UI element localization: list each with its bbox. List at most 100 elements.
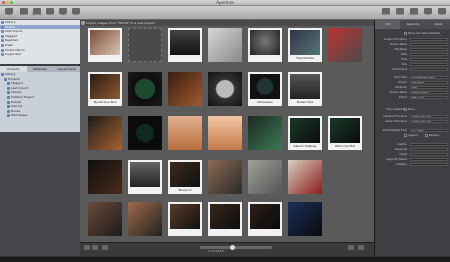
thumbnail[interactable] bbox=[128, 116, 162, 150]
library-section: Library Photos Last Import Flagged Rejec… bbox=[0, 20, 80, 64]
thumbnail[interactable]: Kabuki Hallway bbox=[288, 116, 322, 150]
browser-bottom-bar: 1 2 3 4 5 6 7 bbox=[80, 242, 374, 256]
toolbar-split-button[interactable]: Split View bbox=[30, 7, 44, 19]
shared-icon bbox=[7, 91, 10, 95]
toolbar-browser-button[interactable]: Browser bbox=[17, 7, 31, 19]
thumbnail[interactable] bbox=[168, 28, 202, 62]
thumbnail[interactable] bbox=[88, 116, 122, 150]
thumbnail[interactable] bbox=[208, 116, 242, 150]
slider-knob[interactable] bbox=[230, 245, 235, 250]
thumbnail[interactable] bbox=[88, 202, 122, 236]
toolbar-library-button[interactable]: Library bbox=[393, 7, 407, 19]
show-selected-checkbox[interactable] bbox=[404, 32, 407, 35]
thumbnail[interactable] bbox=[168, 116, 202, 150]
field-import: Import RAW + JPEG bbox=[375, 95, 450, 100]
thumbnail[interactable] bbox=[248, 202, 282, 236]
sidebar-empty-area bbox=[0, 132, 80, 256]
append-radio[interactable] bbox=[404, 134, 407, 137]
thumbnail[interactable] bbox=[288, 202, 322, 236]
thumbnail[interactable] bbox=[88, 28, 122, 62]
status-bar bbox=[0, 256, 450, 262]
inspector-fields-2: Store Files In the Aperture Library Proje… bbox=[375, 75, 450, 100]
checkbox-icon[interactable] bbox=[81, 21, 85, 25]
aperture-window: Aperture Import Browser Split View Viewe… bbox=[0, 0, 450, 262]
project-icon bbox=[7, 95, 10, 99]
project-list: Library Projects Flagged Last Import Sha… bbox=[0, 72, 80, 132]
library-icon bbox=[1, 21, 4, 24]
import-header: Import images from "TOKYO" to a new proj… bbox=[80, 20, 374, 26]
thumbnail[interactable]: Halloween bbox=[248, 72, 282, 106]
toolbar-print-button[interactable]: Print bbox=[421, 7, 435, 19]
thumbnail[interactable] bbox=[168, 72, 202, 106]
field-category: Category bbox=[375, 162, 450, 167]
thumbnail[interactable] bbox=[168, 202, 202, 236]
thumbnail[interactable] bbox=[208, 28, 242, 62]
import-inspector: Info Keywords Adjust Show only when Sele… bbox=[374, 20, 450, 256]
append-replace-row: Append Replace bbox=[375, 133, 450, 138]
web-icon bbox=[7, 114, 10, 118]
trash-icon bbox=[1, 43, 4, 47]
image-browser: Import images from "TOKYO" to a new proj… bbox=[80, 20, 374, 242]
toolbar-inspector-button[interactable]: Inspector bbox=[379, 7, 393, 19]
tab-keywords[interactable]: Keywords bbox=[400, 20, 425, 29]
flag-icon bbox=[7, 82, 10, 86]
toolbar-email-button[interactable]: Email bbox=[435, 7, 449, 19]
reject-icon bbox=[1, 39, 4, 43]
thumbnail[interactable]: Mysterious Bus bbox=[88, 72, 122, 106]
thumbnail[interactable]: Welcome Mat bbox=[328, 116, 362, 150]
album-icon bbox=[7, 105, 10, 109]
thumbnail[interactable] bbox=[248, 160, 282, 194]
tab-adjust[interactable]: Adjust bbox=[426, 20, 450, 29]
thumbnail[interactable] bbox=[208, 160, 242, 194]
flag-icon bbox=[1, 34, 4, 38]
thumbnail[interactable] bbox=[288, 160, 322, 194]
rotate-left-button[interactable] bbox=[348, 245, 354, 250]
rotate-right-button[interactable] bbox=[358, 245, 364, 250]
folder-icon bbox=[4, 77, 7, 81]
field-dimensions: Dimensions bbox=[375, 67, 450, 72]
thumbnail[interactable] bbox=[248, 28, 282, 62]
field-actual-time-zone: Actual Time Zone Current Time Zone bbox=[375, 119, 450, 124]
book-icon bbox=[7, 109, 10, 113]
thumbnail[interactable] bbox=[248, 116, 282, 150]
smart-album-icon bbox=[1, 48, 4, 52]
inspector-fields-3: Camera Time Zone Current Time Zone Actual… bbox=[375, 114, 450, 124]
toolbar: Import Browser Split View Viewer Loupe S… bbox=[0, 6, 450, 20]
thumbnail[interactable] bbox=[208, 72, 242, 106]
toolbar-import-button[interactable]: Import bbox=[2, 7, 16, 19]
project-item-web[interactable]: Web Pages bbox=[0, 113, 80, 118]
inspector-tabs: Info Keywords Adjust bbox=[375, 20, 450, 29]
time-adjustment-checkbox[interactable] bbox=[404, 108, 407, 111]
toolbar-loupe-button[interactable]: Loupe bbox=[56, 7, 70, 19]
photos-icon bbox=[1, 25, 4, 29]
replace-radio[interactable] bbox=[425, 134, 428, 137]
thumbnail-size-slider[interactable] bbox=[200, 245, 272, 250]
thumbnail[interactable]: Boxed In bbox=[168, 160, 202, 194]
thumbnail[interactable] bbox=[128, 160, 162, 194]
thumbnail[interactable] bbox=[208, 202, 242, 236]
thumbnail-empty[interactable] bbox=[128, 28, 162, 62]
library-sidebar: Library Photos Last Import Flagged Rejec… bbox=[0, 20, 80, 262]
toolbar-stack-button[interactable]: Stack bbox=[69, 7, 83, 19]
thumbnail[interactable]: Bullet Hole bbox=[288, 72, 322, 106]
album-icon bbox=[1, 53, 4, 57]
sidebar-item-loupe-test[interactable]: Loupe Test bbox=[0, 52, 80, 57]
view-list-button[interactable] bbox=[92, 245, 98, 250]
page-indicator: 1 2 3 4 5 6 7 bbox=[208, 250, 224, 253]
thumbnail[interactable] bbox=[328, 28, 362, 62]
toolbar-keywords-button[interactable]: Keywords bbox=[407, 7, 421, 19]
thumbnail[interactable] bbox=[128, 72, 162, 106]
import-icon bbox=[7, 86, 10, 90]
tab-info[interactable]: Info bbox=[375, 20, 401, 29]
import-icon bbox=[1, 30, 4, 34]
inspector-metadata-preset: Add Metadata From IPTC - Basic Append Rep… bbox=[375, 128, 450, 138]
inspector-fields-1: Image Information Version Name File Name… bbox=[375, 37, 450, 72]
events-icon bbox=[7, 100, 10, 104]
sort-button[interactable] bbox=[102, 245, 108, 250]
view-grid-button[interactable] bbox=[84, 245, 90, 250]
inspector-fields-4: Caption Keywords Credit Copyright Notice… bbox=[375, 142, 450, 167]
thumbnail[interactable] bbox=[128, 202, 162, 236]
toolbar-viewer-button[interactable]: Viewer bbox=[43, 7, 57, 19]
thumbnail[interactable] bbox=[88, 160, 122, 194]
thumbnail[interactable]: Flea Market bbox=[288, 28, 322, 62]
